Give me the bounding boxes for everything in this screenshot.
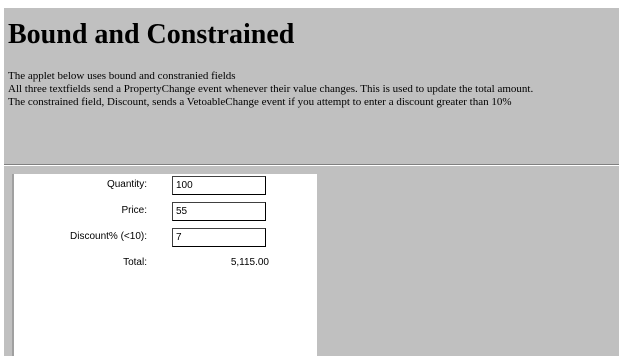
applet-left-edge xyxy=(12,174,14,356)
html-page: Bound and Constrained The applet below u… xyxy=(4,8,619,356)
description-line-1: The applet below uses bound and constran… xyxy=(8,70,236,82)
description-line-2: All three textfields send a PropertyChan… xyxy=(8,83,534,95)
page-description: The applet below uses bound and constran… xyxy=(8,70,614,109)
horizontal-rule xyxy=(4,164,619,166)
total-value: 5,115.00 xyxy=(230,257,269,268)
price-field[interactable] xyxy=(172,202,266,221)
description-line-3: The constrained field, Discount, sends a… xyxy=(8,96,512,108)
quantity-label: Quantity: xyxy=(106,179,147,190)
quantity-field[interactable] xyxy=(172,176,266,195)
discount-field[interactable] xyxy=(172,228,266,247)
total-label: Total: xyxy=(123,257,147,268)
page-title: Bound and Constrained xyxy=(8,19,295,50)
applet-panel: Quantity: Price: Discount% (<10): Total:… xyxy=(12,174,317,356)
price-label: Price: xyxy=(121,205,147,216)
discount-label: Discount% (<10): xyxy=(70,231,147,242)
